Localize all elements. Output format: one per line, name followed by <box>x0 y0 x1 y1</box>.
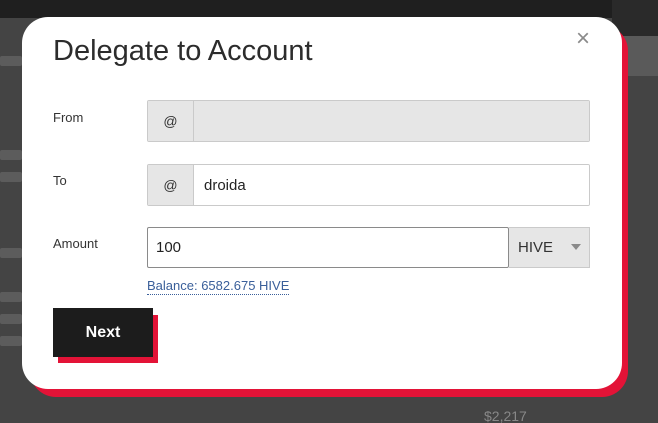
balance-link[interactable]: Balance: 6582.675 HIVE <box>147 278 290 295</box>
background-price-text: $2,217 <box>484 408 527 423</box>
from-input <box>194 101 589 141</box>
from-at-prefix: @ <box>148 101 194 141</box>
to-label: To <box>53 173 67 188</box>
to-at-prefix: @ <box>148 165 194 205</box>
background-text-fragment <box>0 314 22 324</box>
asset-select[interactable]: HIVE <box>509 227 590 268</box>
from-label: From <box>53 110 84 125</box>
background-text-fragment <box>0 336 22 346</box>
amount-label: Amount <box>53 236 98 251</box>
to-input-group: @ <box>147 164 590 206</box>
delegate-modal: Delegate to Account × From @ To @ Amount… <box>22 17 622 389</box>
background-text-fragment <box>0 172 22 182</box>
background-topbar <box>0 0 658 18</box>
background-text-fragment <box>0 248 22 258</box>
modal-title: Delegate to Account <box>53 35 313 67</box>
background-text-fragment <box>0 292 22 302</box>
background-text-fragment <box>0 56 22 66</box>
to-input[interactable] <box>194 165 589 205</box>
from-input-group: @ <box>147 100 590 142</box>
amount-input[interactable] <box>147 227 509 268</box>
background-text-fragment <box>0 150 22 160</box>
asset-select-value: HIVE <box>518 239 554 256</box>
chevron-down-icon <box>571 244 581 250</box>
next-button[interactable]: Next <box>53 308 153 357</box>
close-icon[interactable]: × <box>571 27 595 51</box>
